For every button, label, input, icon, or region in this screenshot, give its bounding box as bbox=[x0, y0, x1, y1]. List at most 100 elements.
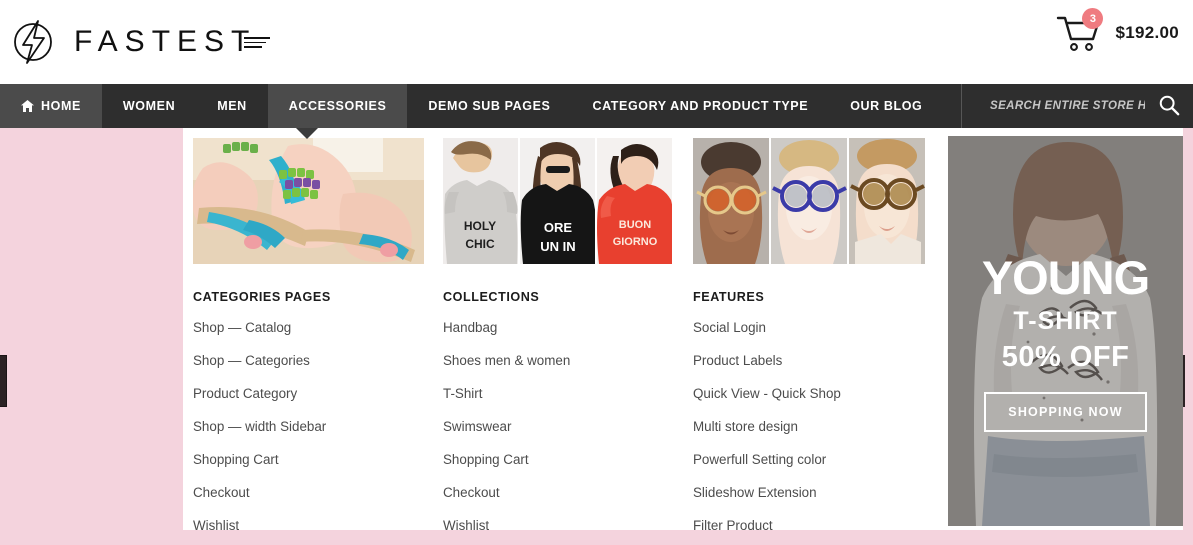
svg-text:BUON: BUON bbox=[619, 219, 651, 231]
nav-item-women[interactable]: WOMEN bbox=[102, 84, 196, 128]
link-wishlist[interactable]: Wishlist bbox=[193, 518, 239, 533]
list-item[interactable]: Shopping Cart bbox=[443, 451, 685, 469]
promo-subhead: T-SHIRT bbox=[1013, 307, 1118, 335]
link-t-shirt[interactable]: T-Shirt bbox=[443, 386, 482, 401]
nav-item-our-blog-label: OUR BLOG bbox=[850, 99, 923, 113]
nav-item-category-and-product-type[interactable]: CATEGORY AND PRODUCT TYPE bbox=[571, 84, 829, 128]
list-item[interactable]: Slideshow Extension bbox=[693, 484, 935, 502]
promo-headline: YOUNG bbox=[981, 251, 1150, 304]
list-item[interactable]: Shop — width Sidebar bbox=[193, 418, 435, 436]
link-social-login[interactable]: Social Login bbox=[693, 320, 766, 335]
nav-item-demo-sub-pages[interactable]: DEMO SUB PAGES bbox=[407, 84, 571, 128]
nav-item-accessories-label: ACCESSORIES bbox=[288, 99, 387, 113]
list-item[interactable]: Swimswear bbox=[443, 418, 685, 436]
more-fun-tshirt-thumbnail[interactable]: ORE UN IN bbox=[520, 138, 595, 264]
accessories-mega-menu: CATEGORIES PAGES Shop — Catalog Shop — C… bbox=[183, 128, 1183, 533]
link-wishlist-2[interactable]: Wishlist bbox=[443, 518, 489, 533]
main-navigation: HOME WOMEN MEN ACCESSORIES DEMO SUB PAGE… bbox=[0, 84, 1193, 128]
brand-logo[interactable]: FASTEST bbox=[8, 17, 271, 67]
dropdown-caret-icon bbox=[296, 128, 318, 139]
link-checkout-2[interactable]: Checkout bbox=[443, 485, 500, 500]
search-input[interactable] bbox=[962, 100, 1145, 112]
list-item[interactable]: Product Category bbox=[193, 385, 435, 403]
link-checkout[interactable]: Checkout bbox=[193, 485, 250, 500]
list-item[interactable]: Quick View - Quick Shop bbox=[693, 385, 935, 403]
blue-sandals-thumbnail[interactable] bbox=[193, 138, 424, 264]
column-title-categories-pages: CATEGORIES PAGES bbox=[193, 290, 331, 304]
nav-item-our-blog[interactable]: OUR BLOG bbox=[829, 84, 943, 128]
holy-chic-tshirt-thumbnail[interactable]: HOLY CHIC bbox=[443, 138, 518, 264]
search-button[interactable] bbox=[1145, 84, 1193, 128]
home-icon bbox=[21, 100, 34, 112]
mega-menu-columns: CATEGORIES PAGES Shop — Catalog Shop — C… bbox=[183, 138, 948, 533]
nav-item-women-label: WOMEN bbox=[122, 99, 176, 113]
buon-giorno-tshirt-thumbnail[interactable]: BUON GIORNO bbox=[597, 138, 672, 264]
list-item[interactable]: Shopping Cart bbox=[193, 451, 435, 469]
orange-sunglasses-thumbnail[interactable] bbox=[693, 138, 769, 264]
categories-thumbnail-row bbox=[193, 138, 435, 264]
categories-pages-link-list: Shop — Catalog Shop — Categories Product… bbox=[193, 319, 435, 545]
link-product-category[interactable]: Product Category bbox=[193, 386, 297, 401]
nav-item-home[interactable]: HOME bbox=[0, 84, 102, 128]
collections-thumbnail-row: HOLY CHIC ORE UN IN BUON GIORNO bbox=[443, 138, 685, 264]
link-shop-categories[interactable]: Shop — Categories bbox=[193, 353, 310, 368]
cart-summary[interactable]: 3 $192.00 bbox=[1055, 8, 1179, 54]
blue-sunglasses-thumbnail[interactable] bbox=[771, 138, 847, 264]
nav-item-accessories[interactable]: ACCESSORIES bbox=[267, 84, 408, 128]
search-box bbox=[961, 84, 1193, 128]
list-item[interactable]: Filter Product bbox=[693, 517, 935, 535]
list-item[interactable]: Multi store design bbox=[693, 418, 935, 436]
list-item[interactable]: Checkout bbox=[443, 484, 685, 502]
features-thumbnail-row bbox=[693, 138, 935, 264]
shopping-cart-icon[interactable]: 3 bbox=[1055, 8, 1104, 54]
link-shopping-cart-2[interactable]: Shopping Cart bbox=[443, 452, 529, 467]
link-shoes-men-women[interactable]: Shoes men & women bbox=[443, 353, 570, 368]
promo-text-block: YOUNG T-SHIRT 50% OFF SHOPPING NOW bbox=[948, 254, 1183, 432]
nav-item-demo-sub-pages-label: DEMO SUB PAGES bbox=[428, 99, 551, 113]
list-item[interactable]: Shoes men & women bbox=[443, 352, 685, 370]
svg-text:HOLY: HOLY bbox=[464, 219, 496, 233]
link-shop-width-sidebar[interactable]: Shop — width Sidebar bbox=[193, 419, 326, 434]
brand-name: FASTEST bbox=[74, 25, 257, 58]
link-powerfull-setting-color[interactable]: Powerfull Setting color bbox=[693, 452, 826, 467]
nav-item-category-label: CATEGORY AND PRODUCT TYPE bbox=[592, 99, 809, 113]
list-item[interactable]: Shop — Catalog bbox=[193, 319, 435, 337]
svg-text:CHIC: CHIC bbox=[465, 237, 495, 251]
list-item[interactable]: T-Shirt bbox=[443, 385, 685, 403]
list-item[interactable]: Powerfull Setting color bbox=[693, 451, 935, 469]
storefront-page: FASTEST 3 $192.00 HOME WOMEN MEN ACCESSO… bbox=[0, 0, 1193, 545]
nav-item-men-label: MEN bbox=[217, 99, 247, 113]
list-item[interactable]: Wishlist bbox=[193, 517, 435, 535]
svg-text:UN IN: UN IN bbox=[540, 239, 575, 254]
list-item[interactable]: Wishlist bbox=[443, 517, 685, 535]
nav-item-men[interactable]: MEN bbox=[196, 84, 268, 128]
cart-total-amount: $192.00 bbox=[1115, 23, 1179, 42]
nav-item-home-label: HOME bbox=[41, 99, 81, 113]
promo-banner[interactable]: YOUNG T-SHIRT 50% OFF SHOPPING NOW bbox=[948, 136, 1183, 526]
shopping-now-button[interactable]: SHOPPING NOW bbox=[984, 392, 1147, 432]
mega-menu-column-collections: HOLY CHIC ORE UN IN BUON GIORNO COLLECTI… bbox=[443, 138, 693, 533]
link-multi-store-design[interactable]: Multi store design bbox=[693, 419, 798, 434]
list-item[interactable]: Product Labels bbox=[693, 352, 935, 370]
mega-menu-column-features: FEATURES Social Login Product Labels Qui… bbox=[693, 138, 943, 533]
list-item[interactable]: Handbag bbox=[443, 319, 685, 337]
link-swimswear[interactable]: Swimswear bbox=[443, 419, 511, 434]
link-handbag[interactable]: Handbag bbox=[443, 320, 497, 335]
tortoise-sunglasses-thumbnail[interactable] bbox=[849, 138, 925, 264]
link-shopping-cart[interactable]: Shopping Cart bbox=[193, 452, 279, 467]
link-filter-product[interactable]: Filter Product bbox=[693, 518, 773, 533]
svg-text:ORE: ORE bbox=[544, 220, 573, 235]
list-item[interactable]: Shop — Categories bbox=[193, 352, 435, 370]
lightning-bolt-circle-icon bbox=[8, 17, 58, 67]
link-product-labels[interactable]: Product Labels bbox=[693, 353, 782, 368]
svg-text:GIORNO: GIORNO bbox=[613, 236, 658, 248]
link-slideshow-extension[interactable]: Slideshow Extension bbox=[693, 485, 817, 500]
link-shop-catalog[interactable]: Shop — Catalog bbox=[193, 320, 291, 335]
site-header: FASTEST 3 $192.00 bbox=[0, 0, 1193, 84]
features-link-list: Social Login Product Labels Quick View -… bbox=[693, 319, 935, 545]
list-item[interactable]: Checkout bbox=[193, 484, 435, 502]
list-item[interactable]: Social Login bbox=[693, 319, 935, 337]
search-magnifier-icon bbox=[1158, 94, 1180, 119]
link-quick-view-quick-shop[interactable]: Quick View - Quick Shop bbox=[693, 386, 841, 401]
slider-prev-arrow[interactable] bbox=[0, 355, 7, 407]
